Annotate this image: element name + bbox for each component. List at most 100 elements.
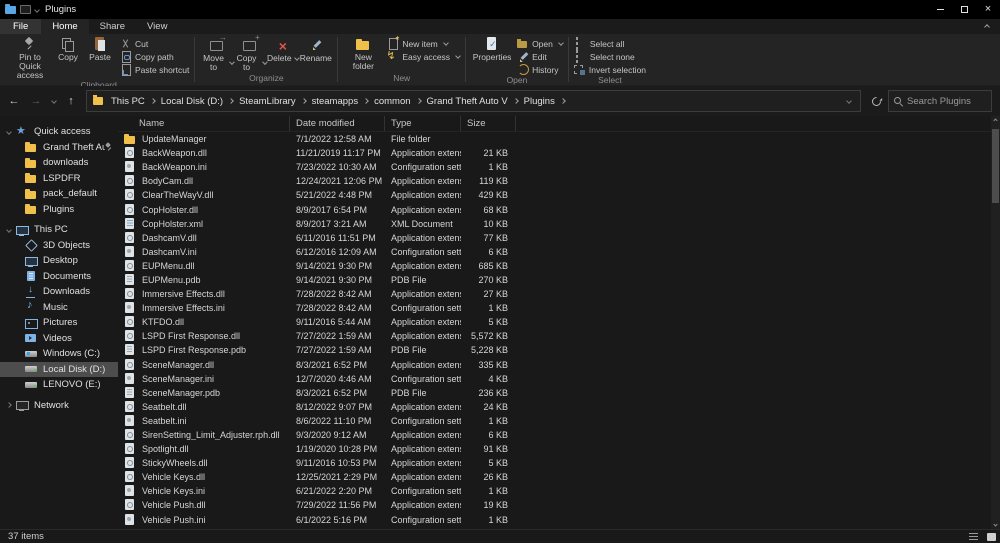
- file-row-scenemanager-pdb[interactable]: SceneManager.pdb8/3/2021 6:52 PMPDB File…: [118, 386, 1000, 400]
- search-box[interactable]: [888, 90, 992, 112]
- edit-button[interactable]: Edit: [516, 51, 563, 62]
- file-row-backweapon-dll[interactable]: BackWeapon.dll11/21/2019 11:17 PMApplica…: [118, 146, 1000, 160]
- chevron-down-icon[interactable]: [6, 227, 12, 233]
- properties-button[interactable]: Properties: [471, 35, 513, 62]
- file-row-vehicle-push-ini[interactable]: Vehicle Push.ini6/1/2022 5:16 PMConfigur…: [118, 513, 1000, 527]
- breadcrumb-expand-button[interactable]: [362, 99, 370, 103]
- file-row-lspd-first-response-pdb[interactable]: LSPD First Response.pdb7/27/2022 1:59 AM…: [118, 343, 1000, 357]
- paste-button[interactable]: Paste: [84, 35, 116, 62]
- address-dropdown-button[interactable]: [842, 99, 856, 103]
- sidebar-item-desktop[interactable]: Desktop: [0, 253, 118, 269]
- sidebar-item-downloads[interactable]: Downloads: [0, 284, 118, 300]
- breadcrumb-segment-grand-theft-auto-v[interactable]: Grand Theft Auto V: [423, 96, 512, 107]
- breadcrumb-segment-common[interactable]: common: [370, 96, 414, 107]
- breadcrumb-expand-button[interactable]: [512, 99, 520, 103]
- tab-view[interactable]: View: [136, 19, 178, 34]
- sidebar-item-downloads[interactable]: downloads: [0, 155, 118, 171]
- sidebar-item-videos[interactable]: Videos: [0, 331, 118, 347]
- thumbnails-view-button[interactable]: [982, 530, 1000, 543]
- sidebar-section-this-pc[interactable]: This PC: [0, 222, 118, 238]
- scroll-up-button[interactable]: [991, 116, 1000, 125]
- forward-button[interactable]: →: [26, 91, 46, 111]
- file-row-lspd-first-response-dll[interactable]: LSPD First Response.dll7/27/2022 1:59 AM…: [118, 329, 1000, 343]
- details-view-button[interactable]: [964, 530, 982, 543]
- tab-share[interactable]: Share: [89, 19, 136, 34]
- move-to-button[interactable]: Move to: [200, 35, 233, 72]
- file-row-eupmenu-dll[interactable]: EUPMenu.dll9/14/2021 9:30 PMApplication …: [118, 259, 1000, 273]
- file-row-seatbelt-dll[interactable]: Seatbelt.dll8/12/2022 9:07 PMApplication…: [118, 400, 1000, 414]
- column-header-type[interactable]: Type: [385, 116, 461, 131]
- breadcrumb-segment-steamlibrary[interactable]: SteamLibrary: [235, 96, 300, 107]
- pin-to-quick-access-button[interactable]: Pin to Quick access: [8, 35, 52, 80]
- tab-file[interactable]: File: [0, 19, 41, 34]
- copy-path-button[interactable]: Copy path: [119, 51, 189, 62]
- file-row-scenemanager-ini[interactable]: SceneManager.ini12/7/2020 4:46 AMConfigu…: [118, 372, 1000, 386]
- breadcrumb-expand-button[interactable]: [227, 99, 235, 103]
- file-row-copholster-xml[interactable]: CopHolster.xml8/9/2017 3:21 AMXML Docume…: [118, 217, 1000, 231]
- quick-access-toolbar-button[interactable]: [20, 5, 31, 14]
- column-header-date-modified[interactable]: Date modified: [290, 116, 385, 131]
- select-all-button[interactable]: Select all: [574, 38, 646, 49]
- file-row-copholster-dll[interactable]: CopHolster.dll8/9/2017 6:54 PMApplicatio…: [118, 202, 1000, 216]
- sidebar-item-pictures[interactable]: Pictures: [0, 315, 118, 331]
- search-input[interactable]: [907, 96, 987, 107]
- select-none-button[interactable]: Select none: [574, 51, 646, 62]
- column-header-size[interactable]: Size: [461, 116, 516, 131]
- close-button[interactable]: ×: [976, 0, 1000, 19]
- sidebar-item-documents[interactable]: Documents: [0, 269, 118, 285]
- file-row-vehicle-keys-dll[interactable]: Vehicle Keys.dll12/25/2021 2:29 PMApplic…: [118, 470, 1000, 484]
- breadcrumb-segment-steamapps[interactable]: steamapps: [308, 96, 362, 107]
- file-row-vehicle-keys-ini[interactable]: Vehicle Keys.ini6/21/2022 2:20 PMConfigu…: [118, 484, 1000, 498]
- chevron-right-icon[interactable]: [6, 402, 12, 408]
- chevron-down-icon[interactable]: [6, 129, 12, 135]
- maximize-button[interactable]: [952, 0, 976, 19]
- breadcrumb-expand-button[interactable]: [559, 99, 567, 103]
- file-row-sirensetting-limit-adjuster-rph-dll[interactable]: SirenSetting_Limit_Adjuster.rph.dll9/3/2…: [118, 428, 1000, 442]
- file-row-eupmenu-pdb[interactable]: EUPMenu.pdb9/14/2021 9:30 PMPDB File270 …: [118, 273, 1000, 287]
- address-field[interactable]: This PC Local Disk (D:) SteamLibrary steama…: [86, 90, 861, 112]
- file-row-scenemanager-dll[interactable]: SceneManager.dll8/3/2021 6:52 PMApplicat…: [118, 358, 1000, 372]
- sidebar-item-windows-c[interactable]: Windows (C:): [0, 346, 118, 362]
- rename-button[interactable]: Rename: [299, 35, 332, 63]
- qat-chevron-down-icon[interactable]: [34, 7, 40, 13]
- sidebar-item-pack-default[interactable]: pack_default: [0, 186, 118, 202]
- minimize-button[interactable]: [928, 0, 952, 19]
- file-row-clearthewayv-dll[interactable]: ClearTheWayV.dll5/21/2022 4:48 PMApplica…: [118, 188, 1000, 202]
- invert-selection-button[interactable]: Invert selection: [574, 64, 646, 75]
- recent-locations-button[interactable]: [48, 91, 59, 111]
- sidebar-item-plugins[interactable]: Plugins: [0, 202, 118, 218]
- copy-button[interactable]: Copy: [52, 35, 84, 62]
- file-row-bodycam-dll[interactable]: BodyCam.dll12/24/2021 12:06 PMApplicatio…: [118, 174, 1000, 188]
- sidebar-item-lenovo-e[interactable]: LENOVO (E:): [0, 377, 118, 393]
- file-row-dashcamv-ini[interactable]: DashcamV.ini6/12/2016 12:09 AMConfigurat…: [118, 245, 1000, 259]
- history-button[interactable]: History: [516, 64, 563, 75]
- copy-to-button[interactable]: Copy to: [233, 35, 266, 72]
- new-folder-button[interactable]: New folder: [343, 35, 383, 71]
- file-row-immersive-effects-ini[interactable]: Immersive Effects.ini7/28/2022 8:42 AMCo…: [118, 301, 1000, 315]
- paste-shortcut-button[interactable]: Paste shortcut: [119, 64, 189, 75]
- ribbon-collapse-button[interactable]: [974, 19, 1000, 34]
- sidebar-item-music[interactable]: Music: [0, 300, 118, 316]
- file-row-backweapon-ini[interactable]: BackWeapon.ini7/23/2022 10:30 AMConfigur…: [118, 160, 1000, 174]
- breadcrumb-segment-local-disk-d[interactable]: Local Disk (D:): [157, 96, 227, 107]
- file-row-immersive-effects-dll[interactable]: Immersive Effects.dll7/28/2022 8:42 AMAp…: [118, 287, 1000, 301]
- sidebar-item-local-disk-d[interactable]: Local Disk (D:): [0, 362, 118, 378]
- sidebar-section-network[interactable]: Network: [0, 398, 118, 414]
- file-row-ktfdo-dll[interactable]: KTFDO.dll9/11/2016 5:44 AMApplication ex…: [118, 315, 1000, 329]
- file-row-seatbelt-ini[interactable]: Seatbelt.ini8/6/2022 11:10 PMConfigurati…: [118, 414, 1000, 428]
- scroll-down-button[interactable]: [991, 520, 1000, 529]
- sidebar-item-lspdfr[interactable]: LSPDFR: [0, 171, 118, 187]
- refresh-button[interactable]: [866, 91, 886, 111]
- open-button[interactable]: Open: [516, 38, 563, 49]
- tab-home[interactable]: Home: [41, 19, 88, 34]
- sidebar-item-grand-theft-auto-v[interactable]: Grand Theft Auto V: [0, 140, 118, 156]
- breadcrumb-expand-button[interactable]: [300, 99, 308, 103]
- up-button[interactable]: ↑: [61, 91, 81, 111]
- easy-access-button[interactable]: ↯ Easy access: [386, 51, 460, 62]
- file-row-stickywheels-dll[interactable]: StickyWheels.dll9/11/2016 10:53 PMApplic…: [118, 456, 1000, 470]
- breadcrumb-segment-plugins[interactable]: Plugins: [520, 96, 559, 107]
- column-header-name[interactable]: Name: [118, 116, 290, 131]
- scrollbar-thumb[interactable]: [992, 129, 999, 203]
- breadcrumb-segment-this-pc[interactable]: This PC: [107, 96, 149, 107]
- breadcrumb-expand-button[interactable]: [415, 99, 423, 103]
